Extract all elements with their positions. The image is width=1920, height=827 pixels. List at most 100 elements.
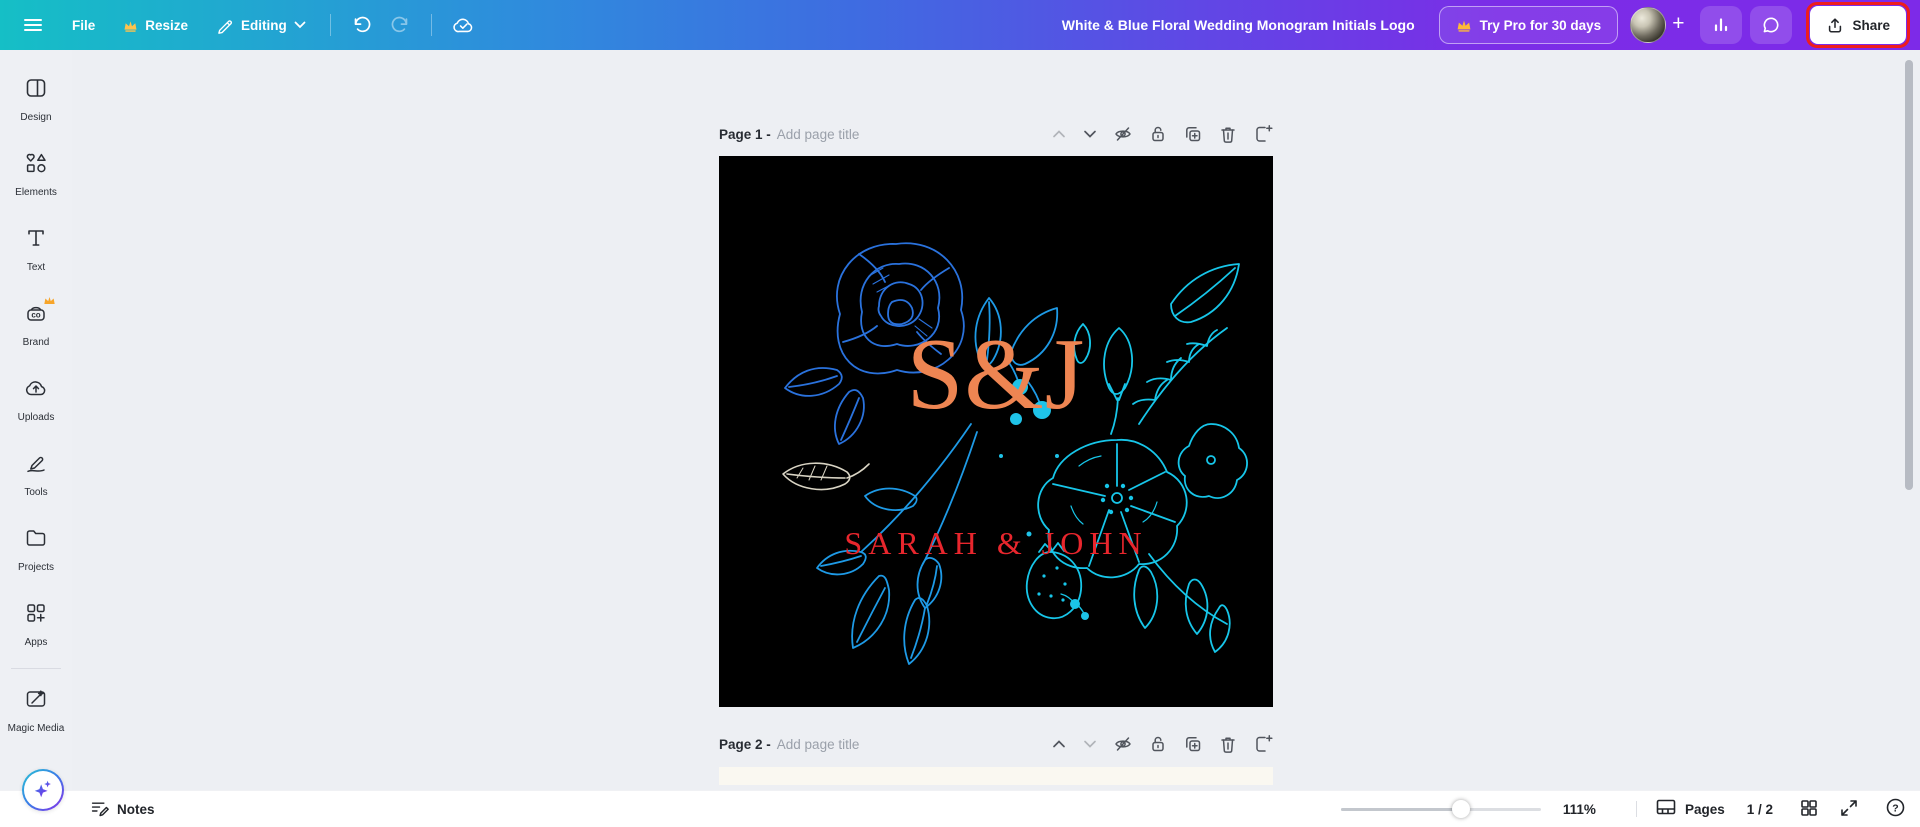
page-2-header: Page 2 - Add page title (719, 731, 1273, 757)
page-2-title-input[interactable]: Add page title (777, 737, 860, 752)
fullscreen-button[interactable] (1839, 798, 1859, 821)
couple-names-text[interactable]: SARAH & JOHN (719, 525, 1273, 562)
pages-panel-button[interactable]: Pages (1655, 797, 1725, 822)
sidebar-item-label: Brand (22, 337, 50, 348)
avatar[interactable] (1630, 7, 1667, 43)
sidebar-item-elements[interactable]: Elements (0, 151, 72, 198)
topbar-left-group: File Resize Editing (10, 6, 482, 44)
crown-icon (1456, 18, 1472, 32)
lock-page-icon[interactable] (1148, 734, 1168, 754)
main-menu-button[interactable] (10, 6, 56, 44)
menu-icon (22, 14, 44, 36)
page-1-canvas[interactable]: S&J SARAH & JOHN (719, 156, 1273, 707)
grid-view-button[interactable] (1799, 798, 1819, 821)
file-button[interactable]: File (60, 6, 107, 44)
share-upload-icon (1826, 16, 1844, 34)
sidebar-item-brand[interactable]: co Brand (0, 296, 72, 348)
share-button[interactable]: Share (1810, 6, 1906, 44)
sidebar-item-label: Uploads (17, 412, 55, 423)
sidebar-item-label: Elements (15, 187, 57, 198)
redo-icon (391, 15, 411, 35)
comments-button[interactable] (1750, 6, 1793, 44)
duplicate-page-icon[interactable] (1183, 124, 1203, 144)
delete-page-icon[interactable] (1218, 124, 1238, 144)
add-page-icon[interactable] (1253, 124, 1273, 144)
statusbar-right-group: 111% Pages 1 / 2 ? (1340, 797, 1906, 822)
help-button[interactable]: ? (1885, 797, 1906, 821)
notes-button-label: Notes (117, 801, 155, 817)
ai-assistant-button[interactable] (22, 769, 64, 811)
sidebar-item-label: Apps (24, 637, 48, 648)
apps-icon (24, 601, 48, 630)
hide-page-icon[interactable] (1113, 124, 1133, 144)
chevron-down-icon (294, 21, 306, 29)
sidebar-item-label: Magic Media (7, 723, 65, 734)
uploads-icon (24, 376, 48, 405)
monogram-text[interactable]: S&J (719, 324, 1273, 426)
sidebar-item-apps[interactable]: Apps (0, 601, 72, 648)
undo-button[interactable] (343, 6, 379, 44)
file-button-label: File (72, 17, 96, 33)
duplicate-page-icon[interactable] (1183, 734, 1203, 754)
document-title[interactable]: White & Blue Floral Wedding Monogram Ini… (1062, 17, 1415, 33)
zoom-slider-thumb[interactable] (1451, 800, 1470, 818)
delete-page-icon[interactable] (1218, 734, 1238, 754)
ai-sparkle-icon (32, 778, 54, 803)
topbar-divider (329, 14, 331, 36)
move-page-down-icon (1082, 736, 1098, 752)
page-1-header: Page 1 - Add page title (719, 121, 1273, 147)
try-pro-button[interactable]: Try Pro for 30 days (1438, 6, 1619, 44)
lock-page-icon[interactable] (1148, 124, 1168, 144)
plus-icon: + (1672, 12, 1685, 35)
sidebar-item-label: Text (26, 262, 46, 273)
pages-panel-icon (1655, 797, 1677, 822)
elements-icon (24, 151, 48, 180)
floral-artwork (782, 242, 1248, 665)
svg-text:?: ? (1892, 802, 1898, 814)
text-icon (24, 226, 48, 255)
page-indicator: 1 / 2 (1746, 801, 1773, 817)
notes-icon (90, 798, 109, 820)
sidebar-item-text[interactable]: Text (0, 226, 72, 273)
sidebar-divider (11, 668, 61, 669)
notes-button[interactable]: Notes (90, 798, 155, 820)
sidebar-item-design[interactable]: Design (0, 76, 72, 123)
statusbar: Notes 111% Pages 1 / 2 ? (0, 790, 1920, 827)
sidebar-rail: Design Elements Text co Brand Uploads To… (0, 50, 72, 790)
design-icon (24, 76, 48, 105)
sidebar-item-label: Design (20, 112, 52, 123)
move-page-up-icon[interactable] (1051, 736, 1067, 752)
sidebar-item-label: Projects (17, 562, 55, 573)
sidebar-item-magic-media[interactable]: Magic Media (0, 687, 72, 734)
sidebar-item-projects[interactable]: Projects (0, 526, 72, 573)
sidebar-item-tools[interactable]: Tools (0, 451, 72, 498)
page-2-canvas[interactable] (719, 767, 1273, 785)
projects-icon (24, 526, 48, 555)
move-page-down-icon[interactable] (1082, 126, 1098, 142)
insights-button[interactable] (1700, 6, 1743, 44)
redo-button[interactable] (383, 6, 419, 44)
page-1-actions (1051, 124, 1273, 144)
hide-page-icon[interactable] (1113, 734, 1133, 754)
grid-view-icon (1799, 798, 1819, 821)
editing-mode-button[interactable]: Editing (204, 6, 318, 44)
svg-text:co: co (31, 311, 40, 320)
editing-mode-label: Editing (241, 17, 287, 33)
invite-plus-button[interactable]: + (1666, 12, 1692, 38)
pro-crown-badge (43, 293, 56, 311)
statusbar-divider (1635, 801, 1637, 817)
try-pro-label: Try Pro for 30 days (1479, 17, 1602, 33)
move-page-up-icon (1051, 126, 1067, 142)
tools-icon (24, 451, 48, 480)
add-page-icon[interactable] (1253, 734, 1273, 754)
save-status-button[interactable] (444, 6, 482, 44)
crown-icon (123, 19, 138, 32)
pencil-icon (216, 16, 234, 34)
zoom-slider[interactable] (1340, 800, 1541, 818)
sidebar-item-uploads[interactable]: Uploads (0, 376, 72, 423)
vertical-scrollbar[interactable] (1905, 60, 1913, 490)
share-highlight-annotation: Share (1806, 2, 1910, 48)
zoom-percent[interactable]: 111% (1563, 802, 1596, 817)
page-1-title-input[interactable]: Add page title (777, 127, 860, 142)
resize-button[interactable]: Resize (111, 6, 200, 44)
